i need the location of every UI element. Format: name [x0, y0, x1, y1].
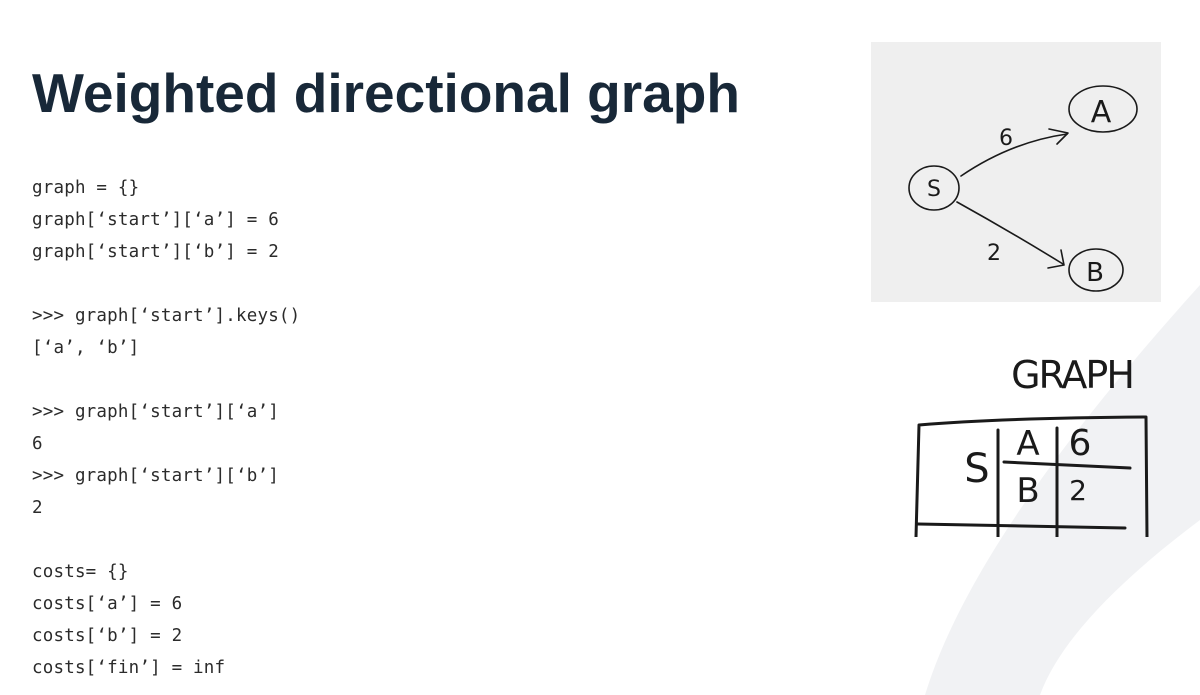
table-bottom-line: [916, 522, 1127, 530]
graph-table-sketch-image: GRAPH S A 6 B 2: [900, 340, 1165, 539]
edge-s-b: [956, 201, 1064, 265]
code-block: graph = {} graph[‘start’][‘a’] = 6 graph…: [32, 172, 300, 684]
table-row-label-s: S: [964, 446, 989, 492]
graph-table-sketch-drawing: GRAPH S A 6 B 2: [914, 353, 1149, 539]
table-cell-node-b: B: [1016, 471, 1039, 511]
code-line: costs[‘a’] = 6: [32, 594, 183, 614]
edge-weight-s-b: 2: [987, 241, 1001, 266]
table-heading: GRAPH: [1011, 353, 1133, 397]
graph-sketch-image: S A B 6 2: [871, 42, 1161, 302]
table-row-divider: [1002, 460, 1132, 470]
code-line: graph = {}: [32, 178, 140, 198]
slide-title: Weighted directional graph: [32, 62, 740, 124]
code-line: [‘a’, ‘b’]: [32, 338, 140, 358]
node-a-label: A: [1091, 95, 1112, 130]
code-line: costs[‘fin’] = inf: [32, 658, 226, 678]
node-b-label: B: [1086, 258, 1104, 288]
code-line: >>> graph[‘start’].keys(): [32, 306, 301, 326]
code-line: graph[‘start’][‘a’] = 6: [32, 210, 279, 230]
code-line: 6: [32, 434, 43, 454]
node-s-label: S: [927, 177, 941, 202]
slide: Weighted directional graph graph = {} gr…: [0, 0, 1200, 695]
table-cell-weight-b: 2: [1069, 474, 1087, 507]
table-cell-node-a: A: [1016, 424, 1039, 464]
code-line: graph[‘start’][‘b’] = 2: [32, 242, 279, 262]
code-line: costs= {}: [32, 562, 129, 582]
table-cell-weight-a: 6: [1069, 423, 1092, 464]
code-line: >>> graph[‘start’][‘a’]: [32, 402, 279, 422]
code-line: >>> graph[‘start’][‘b’]: [32, 466, 279, 486]
code-line: costs[‘b’] = 2: [32, 626, 183, 646]
code-line: 2: [32, 498, 43, 518]
edge-weight-s-a: 6: [999, 126, 1013, 151]
edge-s-a: [960, 133, 1068, 177]
graph-sketch-drawing: S A B 6 2: [908, 85, 1138, 292]
